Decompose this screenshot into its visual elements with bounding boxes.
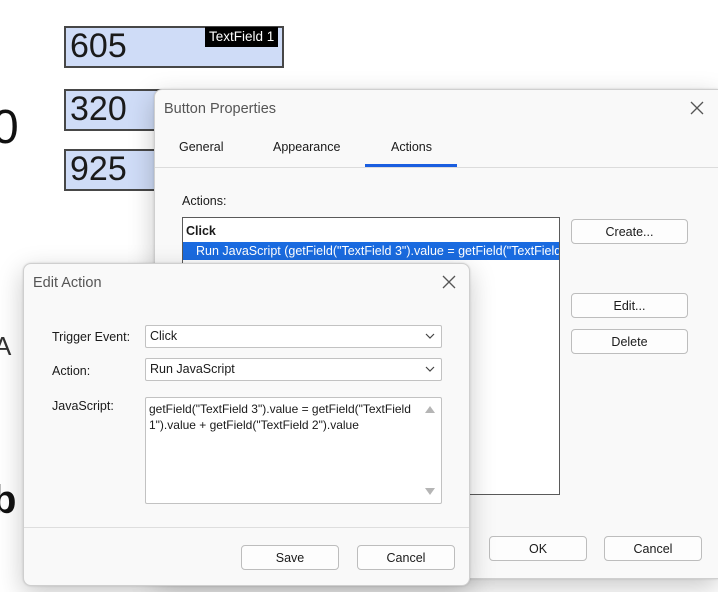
- cancel-button[interactable]: Cancel: [604, 536, 702, 561]
- chevron-down-icon: [425, 366, 435, 372]
- action-label: Action:: [52, 364, 91, 378]
- edit-button[interactable]: Edit...: [571, 293, 688, 318]
- doc-text-fragment: A: [0, 331, 12, 361]
- action-select[interactable]: Run JavaScript: [145, 358, 442, 381]
- close-icon[interactable]: [688, 99, 706, 117]
- tab-strip: General Appearance Actions: [155, 128, 718, 168]
- tab-appearance[interactable]: Appearance: [273, 140, 340, 154]
- field-tooltip: TextField 1: [205, 27, 279, 47]
- doc-text-fragment: 0: [0, 101, 19, 154]
- trigger-event-label: Trigger Event:: [52, 330, 131, 344]
- dialog-title: Edit Action: [33, 275, 102, 291]
- javascript-label: JavaScript:: [52, 399, 114, 413]
- trigger-group-header: Click: [186, 224, 216, 238]
- trigger-event-select[interactable]: Click: [145, 325, 442, 348]
- edit-action-dialog: Edit Action Trigger Event: Click Action:…: [23, 263, 470, 586]
- active-tab-indicator: [365, 164, 457, 167]
- divider: [24, 527, 469, 528]
- dialog-title: Button Properties: [164, 101, 277, 117]
- scroll-up-icon[interactable]: [425, 406, 435, 413]
- trigger-event-value: Click: [150, 329, 178, 343]
- close-icon[interactable]: [440, 273, 458, 291]
- create-button[interactable]: Create...: [571, 219, 688, 244]
- cancel-button[interactable]: Cancel: [357, 545, 455, 570]
- javascript-editor[interactable]: getField("TextField 3").value = getField…: [145, 397, 442, 504]
- ok-button[interactable]: OK: [489, 536, 587, 561]
- javascript-code[interactable]: getField("TextField 3").value = getField…: [149, 401, 421, 433]
- chevron-down-icon: [425, 333, 435, 339]
- list-item-selected[interactable]: Run JavaScript (getField("TextField 3").…: [183, 242, 559, 260]
- action-value: Run JavaScript: [150, 362, 235, 376]
- doc-text-fragment: b: [0, 478, 17, 522]
- scroll-down-icon[interactable]: [425, 488, 435, 495]
- tab-actions[interactable]: Actions: [391, 140, 432, 154]
- save-button[interactable]: Save: [241, 545, 339, 570]
- tab-general[interactable]: General: [179, 140, 223, 154]
- actions-label: Actions:: [182, 194, 227, 208]
- delete-button[interactable]: Delete: [571, 329, 688, 354]
